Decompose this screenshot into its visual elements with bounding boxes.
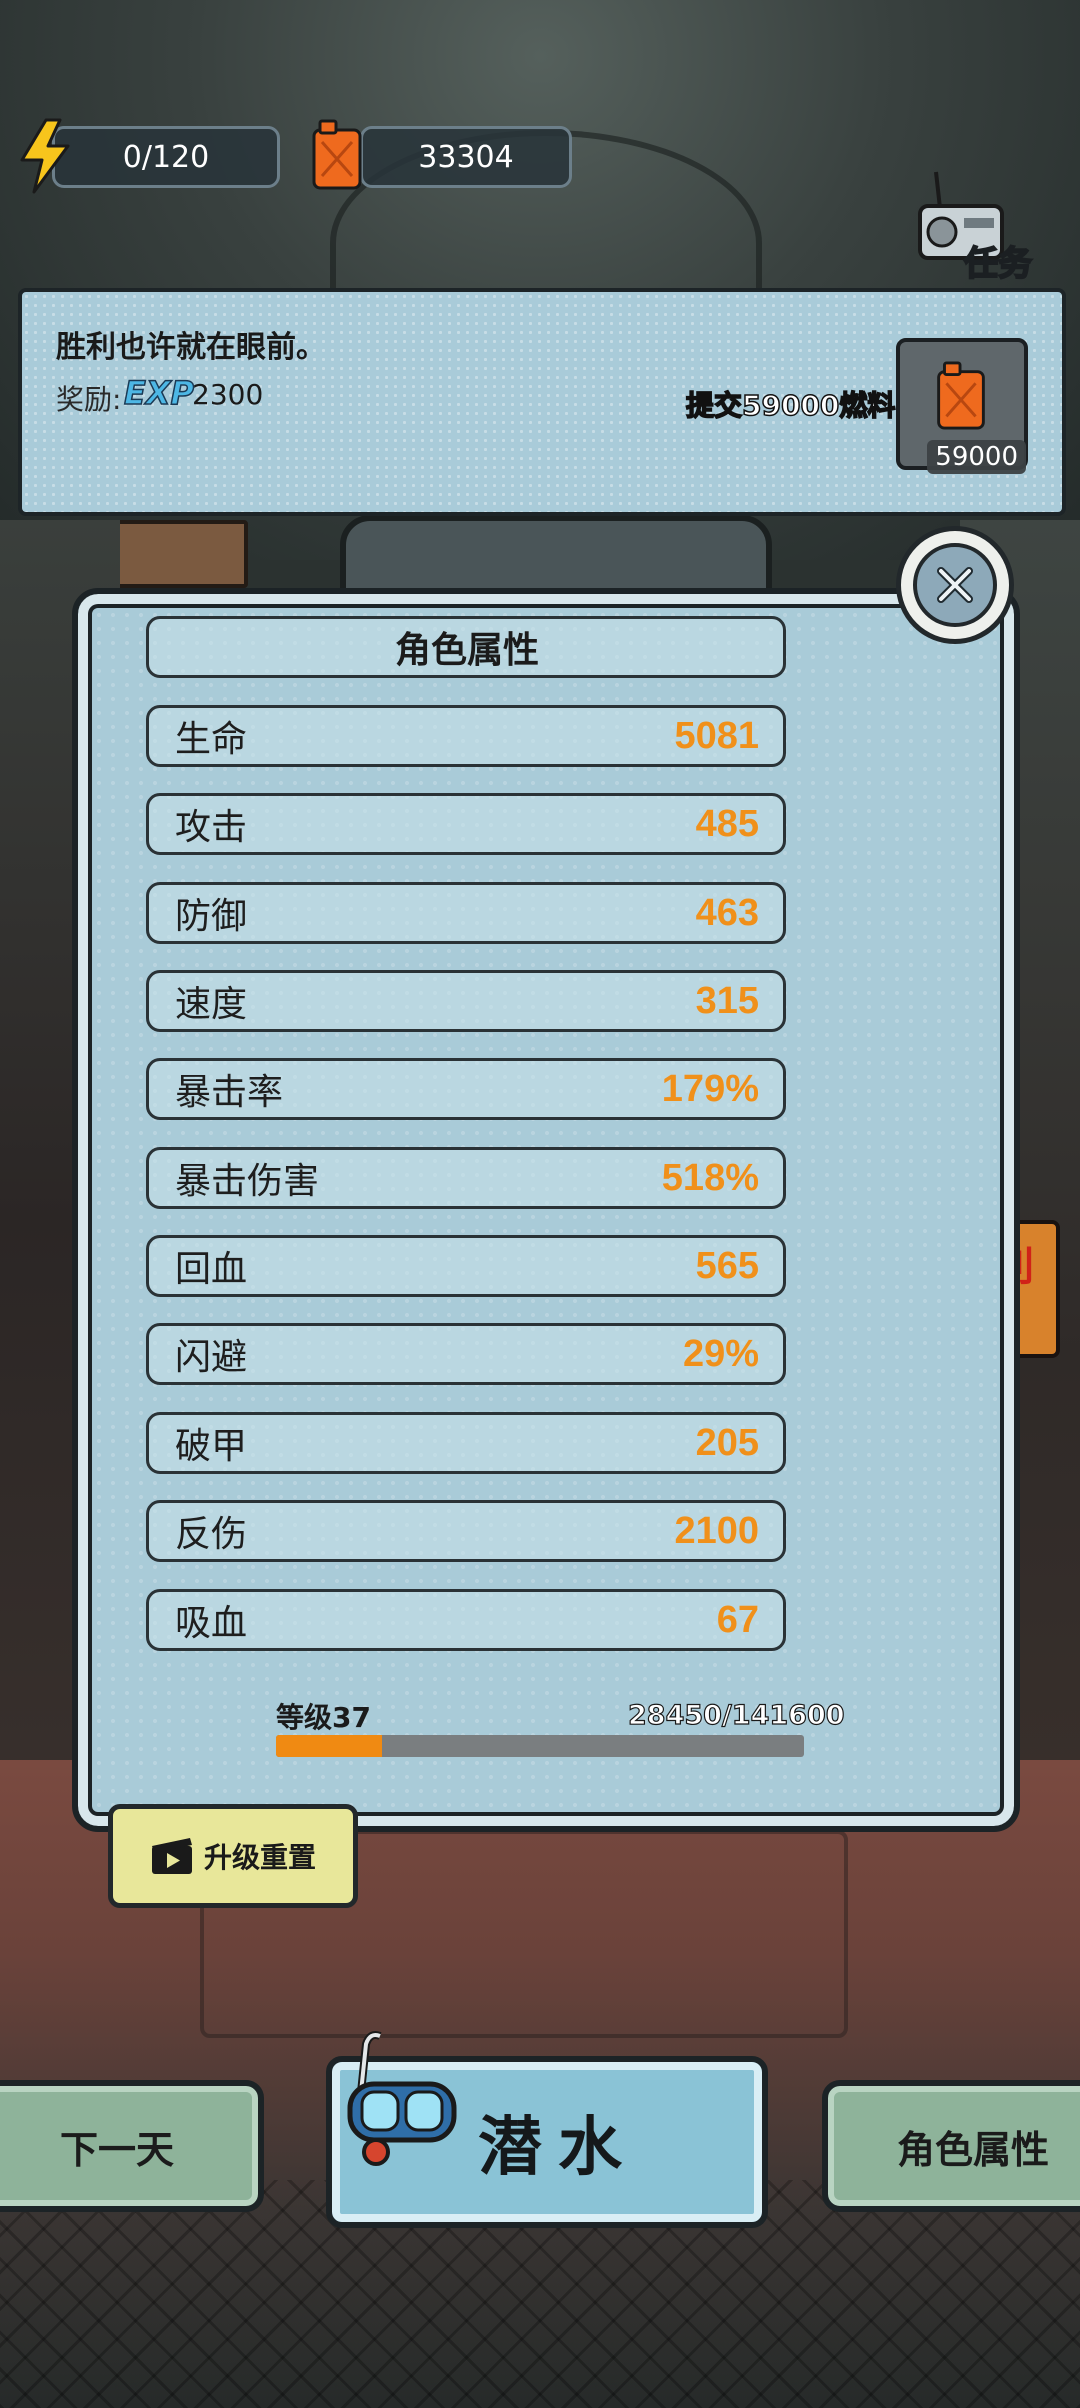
exp-bar: [276, 1735, 804, 1757]
stat-value: 565: [695, 1244, 759, 1287]
submit-label: 提交59000燃料: [685, 388, 896, 423]
stat-row-crit-rate: 暴击率 179%: [146, 1058, 786, 1120]
reward-label: 奖励:: [56, 383, 122, 416]
stat-row-crit-damage: 暴击伤害 518%: [146, 1147, 786, 1209]
fuel-counter: 33304: [360, 126, 572, 188]
quest-text: 胜利也许就在眼前。: [56, 330, 326, 365]
quest-panel: 胜利也许就在眼前。 奖励: EXP 2300 提交59000燃料 59000: [18, 288, 1066, 516]
level-label: 等级37: [276, 1701, 371, 1734]
stat-label: 生命: [175, 719, 248, 760]
item-count: 59000: [927, 440, 1026, 474]
stat-label: 反伤: [175, 1514, 248, 1555]
reset-label: 升级重置: [203, 1841, 316, 1874]
submit-item-slot[interactable]: 59000: [896, 338, 1028, 474]
dive-label: 潜水: [478, 2111, 638, 2185]
stat-label: 暴击伤害: [175, 1161, 320, 1202]
task-label: 任务: [963, 243, 1033, 285]
stat-label: 速度: [175, 984, 248, 1025]
stat-row-attack: 攻击 485: [146, 793, 786, 855]
stat-row-regen: 回血 565: [146, 1235, 786, 1297]
panel-title: 角色属性: [146, 616, 786, 678]
close-button[interactable]: [896, 526, 1014, 644]
stat-label: 闪避: [175, 1337, 248, 1378]
exp-text: 28450/141600: [627, 1699, 845, 1731]
stat-label: 吸血: [175, 1603, 248, 1644]
stat-row-lifesteal: 吸血 67: [146, 1589, 786, 1651]
reward-amount: 2300: [192, 378, 264, 411]
upgrade-reset-button[interactable]: 升级重置: [108, 1804, 358, 1908]
stat-value: 463: [695, 891, 759, 934]
exp-badge: EXP: [123, 373, 194, 413]
stat-label: 破甲: [175, 1426, 248, 1467]
stat-value: 205: [695, 1421, 759, 1464]
energy-value: 0/120: [122, 139, 210, 175]
stat-label: 防御: [175, 896, 248, 937]
stat-value: 5081: [674, 714, 759, 757]
stat-row-reflect: 反伤 2100: [146, 1500, 786, 1562]
stat-value: 485: [695, 802, 759, 845]
fuel-value: 33304: [418, 139, 514, 175]
stat-row-dodge: 闪避 29%: [146, 1323, 786, 1385]
lightning-icon: [20, 118, 70, 194]
attributes-label: 角色属性: [896, 2127, 1049, 2172]
stat-row-speed: 速度 315: [146, 970, 786, 1032]
stat-label: 回血: [175, 1249, 248, 1290]
stat-label: 攻击: [175, 807, 248, 848]
video-icon: [151, 1838, 192, 1874]
bg-window: [340, 515, 772, 597]
next-day-label: 下一天: [59, 2127, 174, 2172]
energy-counter: 0/120: [52, 126, 280, 188]
fuel-can-icon: [312, 119, 362, 190]
stat-value: 29%: [682, 1332, 759, 1375]
stat-value: 518%: [661, 1156, 759, 1199]
next-day-button[interactable]: 下一天: [0, 2080, 264, 2212]
stat-label: 暴击率: [175, 1072, 284, 1113]
panel-title-text: 角色属性: [394, 630, 539, 671]
exp-bar-fill: [276, 1735, 383, 1757]
attributes-button[interactable]: 角色属性: [822, 2080, 1080, 2212]
stat-value: 315: [695, 979, 759, 1022]
stat-row-defense: 防御 463: [146, 882, 786, 944]
close-icon: [937, 567, 973, 603]
diving-mask-icon: [347, 2031, 457, 2166]
stat-row-hp: 生命 5081: [146, 705, 786, 767]
fuel-can-icon: [937, 361, 985, 430]
stat-value: 67: [716, 1598, 759, 1641]
stat-row-armor-break: 破甲 205: [146, 1412, 786, 1474]
stat-value: 2100: [674, 1509, 759, 1552]
stat-value: 179%: [661, 1067, 759, 1110]
